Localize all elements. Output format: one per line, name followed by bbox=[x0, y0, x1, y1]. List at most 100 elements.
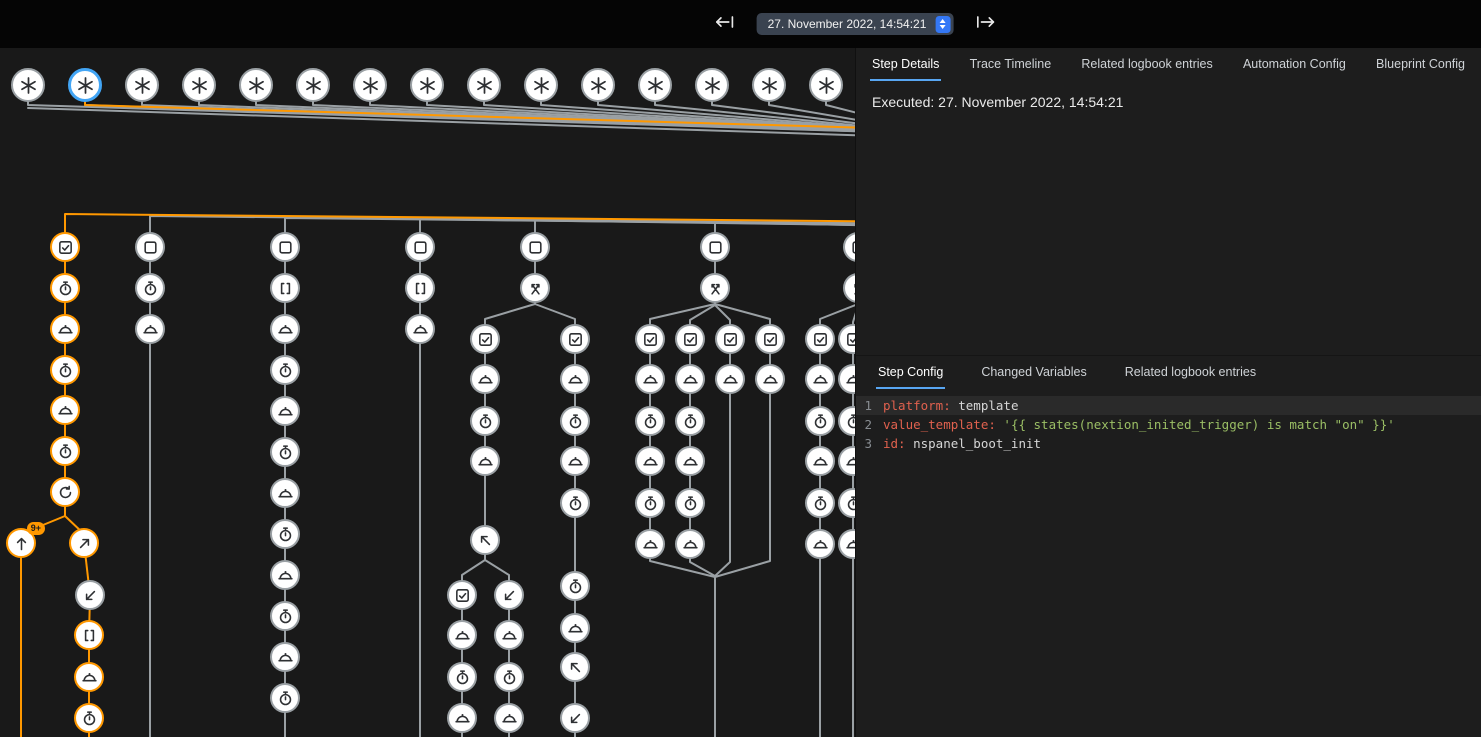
previous-run-button[interactable] bbox=[713, 12, 737, 36]
trace-node-cloche[interactable] bbox=[635, 446, 665, 476]
trace-node-timer[interactable] bbox=[50, 436, 80, 466]
trace-node-timer[interactable] bbox=[270, 683, 300, 713]
trace-node-arrow_up_right[interactable] bbox=[69, 528, 99, 558]
trace-node-cloche[interactable] bbox=[135, 314, 165, 344]
trace-node-cloche[interactable] bbox=[560, 613, 590, 643]
trace-node-cloche[interactable] bbox=[805, 446, 835, 476]
trigger-node[interactable] bbox=[296, 68, 330, 102]
trigger-node[interactable] bbox=[353, 68, 387, 102]
trigger-node[interactable] bbox=[125, 68, 159, 102]
trace-node-cloche[interactable] bbox=[675, 446, 705, 476]
trigger-node[interactable] bbox=[410, 68, 444, 102]
trigger-node[interactable] bbox=[11, 68, 45, 102]
trace-node-cloche[interactable] bbox=[560, 446, 590, 476]
trace-node-arrow_up[interactable]: 9+ bbox=[6, 528, 36, 558]
tab-trace-timeline[interactable]: Trace Timeline bbox=[968, 50, 1054, 81]
trace-node-checkbox_blank[interactable] bbox=[270, 232, 300, 262]
trace-node-cloche[interactable] bbox=[50, 395, 80, 425]
trigger-node[interactable] bbox=[581, 68, 615, 102]
trace-node-checkbox_blank[interactable] bbox=[405, 232, 435, 262]
trace-node-timer[interactable] bbox=[270, 355, 300, 385]
trace-node-timer[interactable] bbox=[270, 601, 300, 631]
trace-node-checkbox_checked[interactable] bbox=[755, 324, 785, 354]
tab-step-details[interactable]: Step Details bbox=[870, 50, 941, 81]
trace-node-checkbox_blank[interactable] bbox=[520, 232, 550, 262]
trace-node-cloche[interactable] bbox=[447, 703, 477, 733]
trigger-node[interactable] bbox=[467, 68, 501, 102]
trace-node-arrow_up_left[interactable] bbox=[560, 652, 590, 682]
trace-node-timer[interactable] bbox=[675, 406, 705, 436]
trace-node-cloche[interactable] bbox=[635, 529, 665, 559]
trace-node-checkbox_checked[interactable] bbox=[715, 324, 745, 354]
trace-node-timer[interactable] bbox=[805, 406, 835, 436]
trace-node-cloche[interactable] bbox=[755, 364, 785, 394]
trace-node-cloche[interactable] bbox=[405, 314, 435, 344]
trigger-node[interactable] bbox=[239, 68, 273, 102]
trace-node-timer[interactable] bbox=[560, 488, 590, 518]
trace-node-timer[interactable] bbox=[635, 488, 665, 518]
next-run-button[interactable] bbox=[973, 12, 997, 36]
trigger-node[interactable] bbox=[638, 68, 672, 102]
trace-node-timer[interactable] bbox=[447, 662, 477, 692]
trace-node-timer[interactable] bbox=[675, 488, 705, 518]
trigger-node[interactable] bbox=[182, 68, 216, 102]
trace-node-checkbox_checked[interactable] bbox=[447, 580, 477, 610]
trace-node-split[interactable] bbox=[520, 273, 550, 303]
trace-node-cloche[interactable] bbox=[470, 364, 500, 394]
trace-node-cloche[interactable] bbox=[270, 478, 300, 508]
trace-node-checkbox_blank[interactable] bbox=[135, 232, 165, 262]
trace-node-cloche[interactable] bbox=[560, 364, 590, 394]
trace-node-cloche[interactable] bbox=[805, 364, 835, 394]
trace-node-timer[interactable] bbox=[560, 571, 590, 601]
trace-node-timer[interactable] bbox=[50, 273, 80, 303]
trace-node-timer[interactable] bbox=[74, 703, 104, 733]
trigger-node[interactable] bbox=[752, 68, 786, 102]
trigger-node[interactable] bbox=[524, 68, 558, 102]
trace-node-cloche[interactable] bbox=[447, 620, 477, 650]
trace-node-cloche[interactable] bbox=[50, 314, 80, 344]
tab-automation-config[interactable]: Automation Config bbox=[1241, 50, 1348, 81]
trace-node-timer[interactable] bbox=[135, 273, 165, 303]
tab-related-logbook-entries-bottom[interactable]: Related logbook entries bbox=[1123, 358, 1258, 389]
trace-node-brackets[interactable] bbox=[405, 273, 435, 303]
trace-node-timer[interactable] bbox=[805, 488, 835, 518]
trace-node-timer[interactable] bbox=[494, 662, 524, 692]
tab-related-logbook-entries[interactable]: Related logbook entries bbox=[1079, 50, 1214, 81]
trace-node-checkbox_checked[interactable] bbox=[635, 324, 665, 354]
trace-node-timer[interactable] bbox=[470, 406, 500, 436]
trace-node-brackets[interactable] bbox=[270, 273, 300, 303]
trace-node-checkbox_checked[interactable] bbox=[470, 324, 500, 354]
trace-node-timer[interactable] bbox=[270, 437, 300, 467]
trace-node-cloche[interactable] bbox=[675, 529, 705, 559]
trace-node-cloche[interactable] bbox=[470, 446, 500, 476]
trace-node-checkbox_checked[interactable] bbox=[50, 232, 80, 262]
trace-node-cloche[interactable] bbox=[270, 642, 300, 672]
trace-node-cloche[interactable] bbox=[270, 560, 300, 590]
trace-node-cloche[interactable] bbox=[805, 529, 835, 559]
trace-node-timer[interactable] bbox=[270, 519, 300, 549]
trace-node-cloche[interactable] bbox=[494, 620, 524, 650]
run-datetime-select[interactable]: 27. November 2022, 14:54:21 bbox=[757, 13, 954, 35]
trace-node-cloche[interactable] bbox=[74, 662, 104, 692]
trace-node-timer[interactable] bbox=[50, 355, 80, 385]
trace-node-arrow_down_left[interactable] bbox=[560, 703, 590, 733]
tab-changed-variables[interactable]: Changed Variables bbox=[979, 358, 1088, 389]
trace-node-arrow_up_left[interactable] bbox=[470, 525, 500, 555]
trace-node-cloche[interactable] bbox=[675, 364, 705, 394]
trace-node-repeat[interactable] bbox=[50, 477, 80, 507]
trace-node-cloche[interactable] bbox=[270, 314, 300, 344]
trace-node-cloche[interactable] bbox=[494, 703, 524, 733]
trace-node-checkbox_checked[interactable] bbox=[560, 324, 590, 354]
tab-blueprint-config[interactable]: Blueprint Config bbox=[1374, 50, 1467, 81]
trace-node-split[interactable] bbox=[700, 273, 730, 303]
trace-node-cloche[interactable] bbox=[715, 364, 745, 394]
trace-node-arrow_down_left[interactable] bbox=[494, 580, 524, 610]
trace-node-checkbox_checked[interactable] bbox=[805, 324, 835, 354]
trigger-node[interactable] bbox=[695, 68, 729, 102]
yaml-editor[interactable]: 1platform: template 2value_template: '{{… bbox=[856, 396, 1481, 453]
trace-node-brackets[interactable] bbox=[74, 620, 104, 650]
trigger-node-selected[interactable] bbox=[68, 68, 102, 102]
trigger-node[interactable] bbox=[809, 68, 843, 102]
trace-node-checkbox_blank[interactable] bbox=[700, 232, 730, 262]
trace-node-cloche[interactable] bbox=[270, 396, 300, 426]
